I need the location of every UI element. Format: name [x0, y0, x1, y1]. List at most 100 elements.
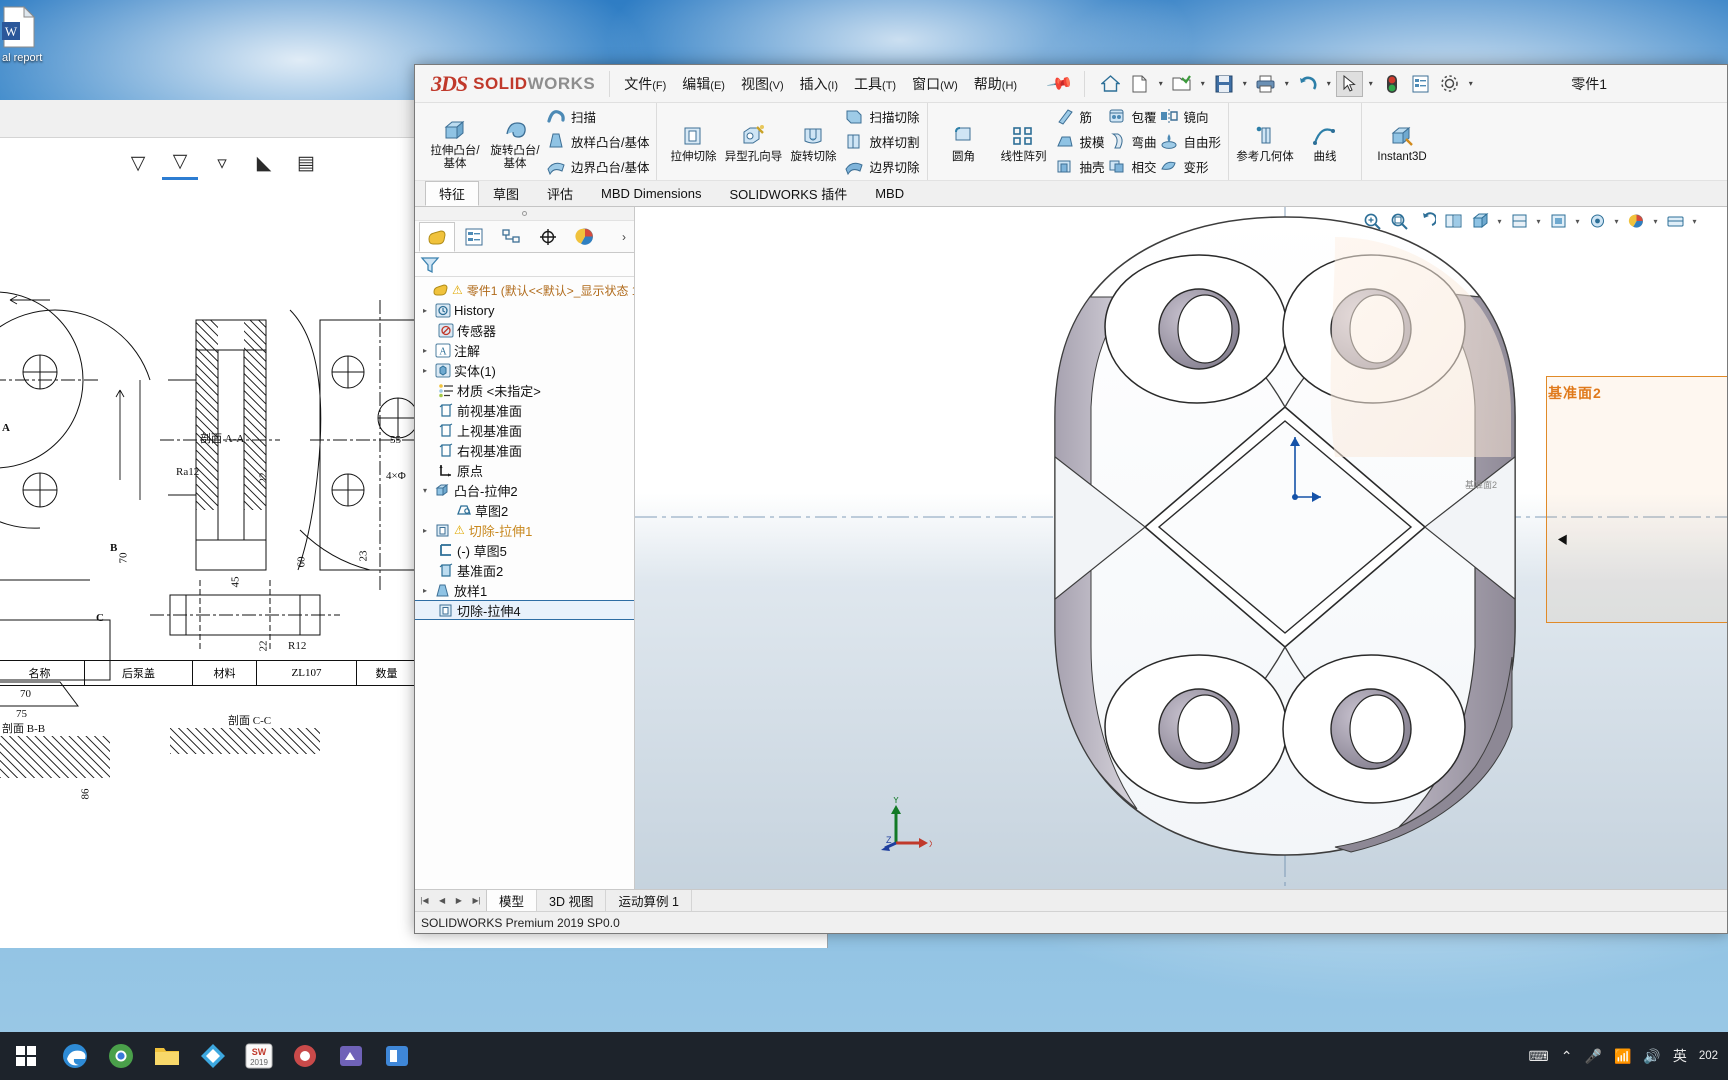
undo-button[interactable] — [1294, 71, 1321, 97]
surface-finish-tool-selected-icon[interactable]: ▽ — [162, 146, 198, 180]
taskbar-app8-icon[interactable] — [374, 1032, 420, 1080]
save-tool-icon[interactable]: ▤ — [288, 146, 324, 180]
loft1-twisty[interactable]: ▸ — [419, 586, 431, 595]
tree-root-part[interactable]: ⚠ 零件1 (默认<<默认>_显示状态 1> — [415, 280, 634, 300]
swept-boss-button[interactable]: 扫描 — [546, 105, 649, 129]
print-button[interactable] — [1252, 71, 1279, 97]
taskbar-solidworks-icon[interactable]: SW 2019 — [236, 1032, 282, 1080]
tab-mbd[interactable]: MBD — [861, 181, 918, 206]
cut-extrude1-twisty[interactable]: ▸ — [419, 526, 431, 535]
home-button[interactable] — [1097, 71, 1124, 97]
tree-filter-bar[interactable] — [415, 253, 634, 277]
graphics-area[interactable]: ▾ ▾ ▾ ▾ ▾ ▾ 基准面2 基准面2 Y Z — [635, 207, 1727, 889]
tray-volume-icon[interactable]: 🔊 — [1643, 1048, 1660, 1065]
deform-button[interactable]: 变形 — [1159, 155, 1222, 179]
surface-finish-tool-icon[interactable]: ▽ — [120, 146, 156, 180]
tray-mic-icon[interactable]: 🎤 — [1585, 1048, 1602, 1065]
revolved-boss-button[interactable]: 旋转凸台/基体 — [486, 113, 544, 170]
tree-item-sketch2[interactable]: 草图2 — [415, 500, 634, 520]
tree-item-sketch5[interactable]: (-) 草图5 — [415, 540, 634, 560]
surface-finish-tool-3-icon[interactable]: ▿ — [204, 146, 240, 180]
tree-item-sensors[interactable]: 传感器 — [415, 320, 634, 340]
options-button[interactable] — [1436, 71, 1463, 97]
tray-ime-icon[interactable]: 英 — [1673, 1046, 1687, 1066]
swept-cut-button[interactable]: 扫描切除 — [844, 105, 920, 129]
taskbar-app7-icon[interactable] — [328, 1032, 374, 1080]
tree-item-boss-extrude2[interactable]: ▾ 凸台-拉伸2 — [415, 480, 634, 500]
taskbar-app4-icon[interactable] — [190, 1032, 236, 1080]
file-properties-button[interactable] — [1407, 71, 1434, 97]
tree-item-plane2[interactable]: 基准面2 — [415, 560, 634, 580]
document-bottom-tabs[interactable]: |◀ ◀ ▶ ▶| 模型 3D 视图 运动算例 1 — [415, 889, 1727, 911]
menu-help[interactable]: 帮助(H) — [974, 74, 1017, 94]
feature-manager-panel[interactable]: › ⚠ 零件1 (默认<<默认>_显示状态 1> ▸ History 传感器 ▸… — [415, 207, 635, 889]
selection-highlight-box[interactable] — [1546, 376, 1727, 623]
tree-item-loft1[interactable]: ▸ 放样1 — [415, 580, 634, 600]
select-caret-icon[interactable]: ▾ — [1365, 79, 1376, 88]
tree-item-material[interactable]: 材质 <未指定> — [415, 380, 634, 400]
boundary-cut-button[interactable]: 边界切除 — [844, 155, 920, 179]
intersect-button[interactable]: 相交 — [1107, 155, 1157, 179]
background-doc-tool-group[interactable]: ▽ ▽ ▿ ◣ ▤ — [120, 146, 324, 180]
menu-items[interactable]: 文件(F) 编辑(E) 视图(V) 插入(I) 工具(T) 窗口(W) 帮助(H… — [609, 69, 1074, 97]
tree-item-annotations[interactable]: ▸ A 注解 — [415, 340, 634, 360]
menu-insert[interactable]: 插入(I) — [800, 74, 838, 94]
tab-features[interactable]: 特征 — [425, 181, 480, 206]
windows-taskbar[interactable]: SW 2019 ⌨ ⌃ 🎤 📶 🔊 英 202 — [0, 1032, 1728, 1080]
rib-button[interactable]: 筋 — [1055, 105, 1105, 129]
tree-item-cut-extrude1[interactable]: ▸ ⚠ 切除-拉伸1 — [415, 520, 634, 540]
select-button[interactable] — [1336, 70, 1364, 97]
tree-item-top-plane[interactable]: 上视基准面 — [415, 420, 634, 440]
boundary-boss-button[interactable]: 边界凸台/基体 — [546, 155, 649, 179]
tab-sketch[interactable]: 草图 — [479, 181, 533, 206]
freeform-button[interactable]: 自由形 — [1159, 130, 1221, 154]
taskbar-edge-icon[interactable] — [52, 1032, 98, 1080]
lofted-boss-button[interactable]: 放样凸台/基体 — [546, 130, 649, 154]
configuration-manager-tab[interactable] — [493, 222, 529, 252]
taskbar-clock[interactable]: 202 — [1699, 1050, 1718, 1063]
feature-manager-tab-strip[interactable]: › — [415, 221, 634, 253]
menu-edit[interactable]: 编辑(E) — [682, 74, 725, 94]
open-document-caret-icon[interactable]: ▾ — [1197, 79, 1208, 88]
eraser-tool-icon[interactable]: ◣ — [246, 146, 282, 180]
hole-wizard-button[interactable]: 异型孔向导 — [724, 119, 782, 164]
tray-network-icon[interactable]: 📶 — [1614, 1048, 1631, 1065]
save-caret-icon[interactable]: ▾ — [1239, 79, 1250, 88]
solidworks-window[interactable]: 3DS SOLID WORKS 文件(F) 编辑(E) 视图(V) 插入(I) … — [414, 64, 1728, 934]
tab-scroll-buttons[interactable]: |◀ ◀ ▶ ▶| — [415, 890, 487, 911]
draft-button[interactable]: 拔模 — [1055, 130, 1105, 154]
pin-icon[interactable]: 📌 — [1045, 69, 1074, 98]
tray-keyboard-icon[interactable]: ⌨ — [1529, 1048, 1549, 1065]
mirror-button[interactable]: 镜向 — [1159, 105, 1222, 129]
bottom-tab-motion-study[interactable]: 运动算例 1 — [606, 890, 692, 911]
display-manager-tab[interactable] — [567, 222, 603, 252]
quick-access-toolbar[interactable]: ▾ ▾ ▾ ▾ ▾ ▾ ▾ — [1084, 70, 1476, 97]
menu-tools[interactable]: 工具(T) — [854, 74, 896, 94]
ribbon-toolbar[interactable]: 拉伸凸台/基体 旋转凸台/基体 扫描 放样凸台/基体 边界凸台/基体 拉伸切除 … — [415, 103, 1727, 181]
dimxpert-manager-tab[interactable] — [530, 222, 566, 252]
taskbar-file-explorer-icon[interactable] — [144, 1032, 190, 1080]
tree-item-front-plane[interactable]: 前视基准面 — [415, 400, 634, 420]
tree-item-origin[interactable]: 原点 — [415, 460, 634, 480]
feature-manager-tab[interactable] — [419, 221, 455, 252]
scroll-prev-icon[interactable]: ◀ — [439, 896, 445, 905]
windows-start-button[interactable] — [0, 1032, 52, 1080]
new-document-caret-icon[interactable]: ▾ — [1155, 79, 1166, 88]
lofted-cut-button[interactable]: 放样切割 — [844, 130, 920, 154]
tab-mbd-dimensions[interactable]: MBD Dimensions — [587, 181, 715, 206]
menu-file[interactable]: 文件(F) — [624, 74, 666, 94]
wrap-button[interactable]: 包覆 — [1107, 105, 1157, 129]
extruded-boss-button[interactable]: 拉伸凸台/基体 — [426, 113, 484, 170]
desktop-file-icon[interactable]: W al report — [2, 5, 46, 64]
scroll-last-icon[interactable]: ▶| — [472, 896, 480, 905]
panel-splitter-handle[interactable] — [415, 207, 634, 221]
system-tray[interactable]: ⌨ ⌃ 🎤 📶 🔊 英 202 — [1529, 1046, 1728, 1066]
tray-chevron-up-icon[interactable]: ⌃ — [1561, 1048, 1573, 1065]
property-manager-tab[interactable] — [456, 222, 492, 252]
curves-button[interactable]: 曲线 — [1296, 119, 1354, 164]
scroll-first-icon[interactable]: |◀ — [420, 896, 428, 905]
new-document-button[interactable] — [1126, 71, 1153, 97]
instant3d-button[interactable]: Instant3D — [1369, 119, 1435, 164]
options-caret-icon[interactable]: ▾ — [1465, 79, 1476, 88]
rebuild-button[interactable] — [1378, 71, 1405, 97]
